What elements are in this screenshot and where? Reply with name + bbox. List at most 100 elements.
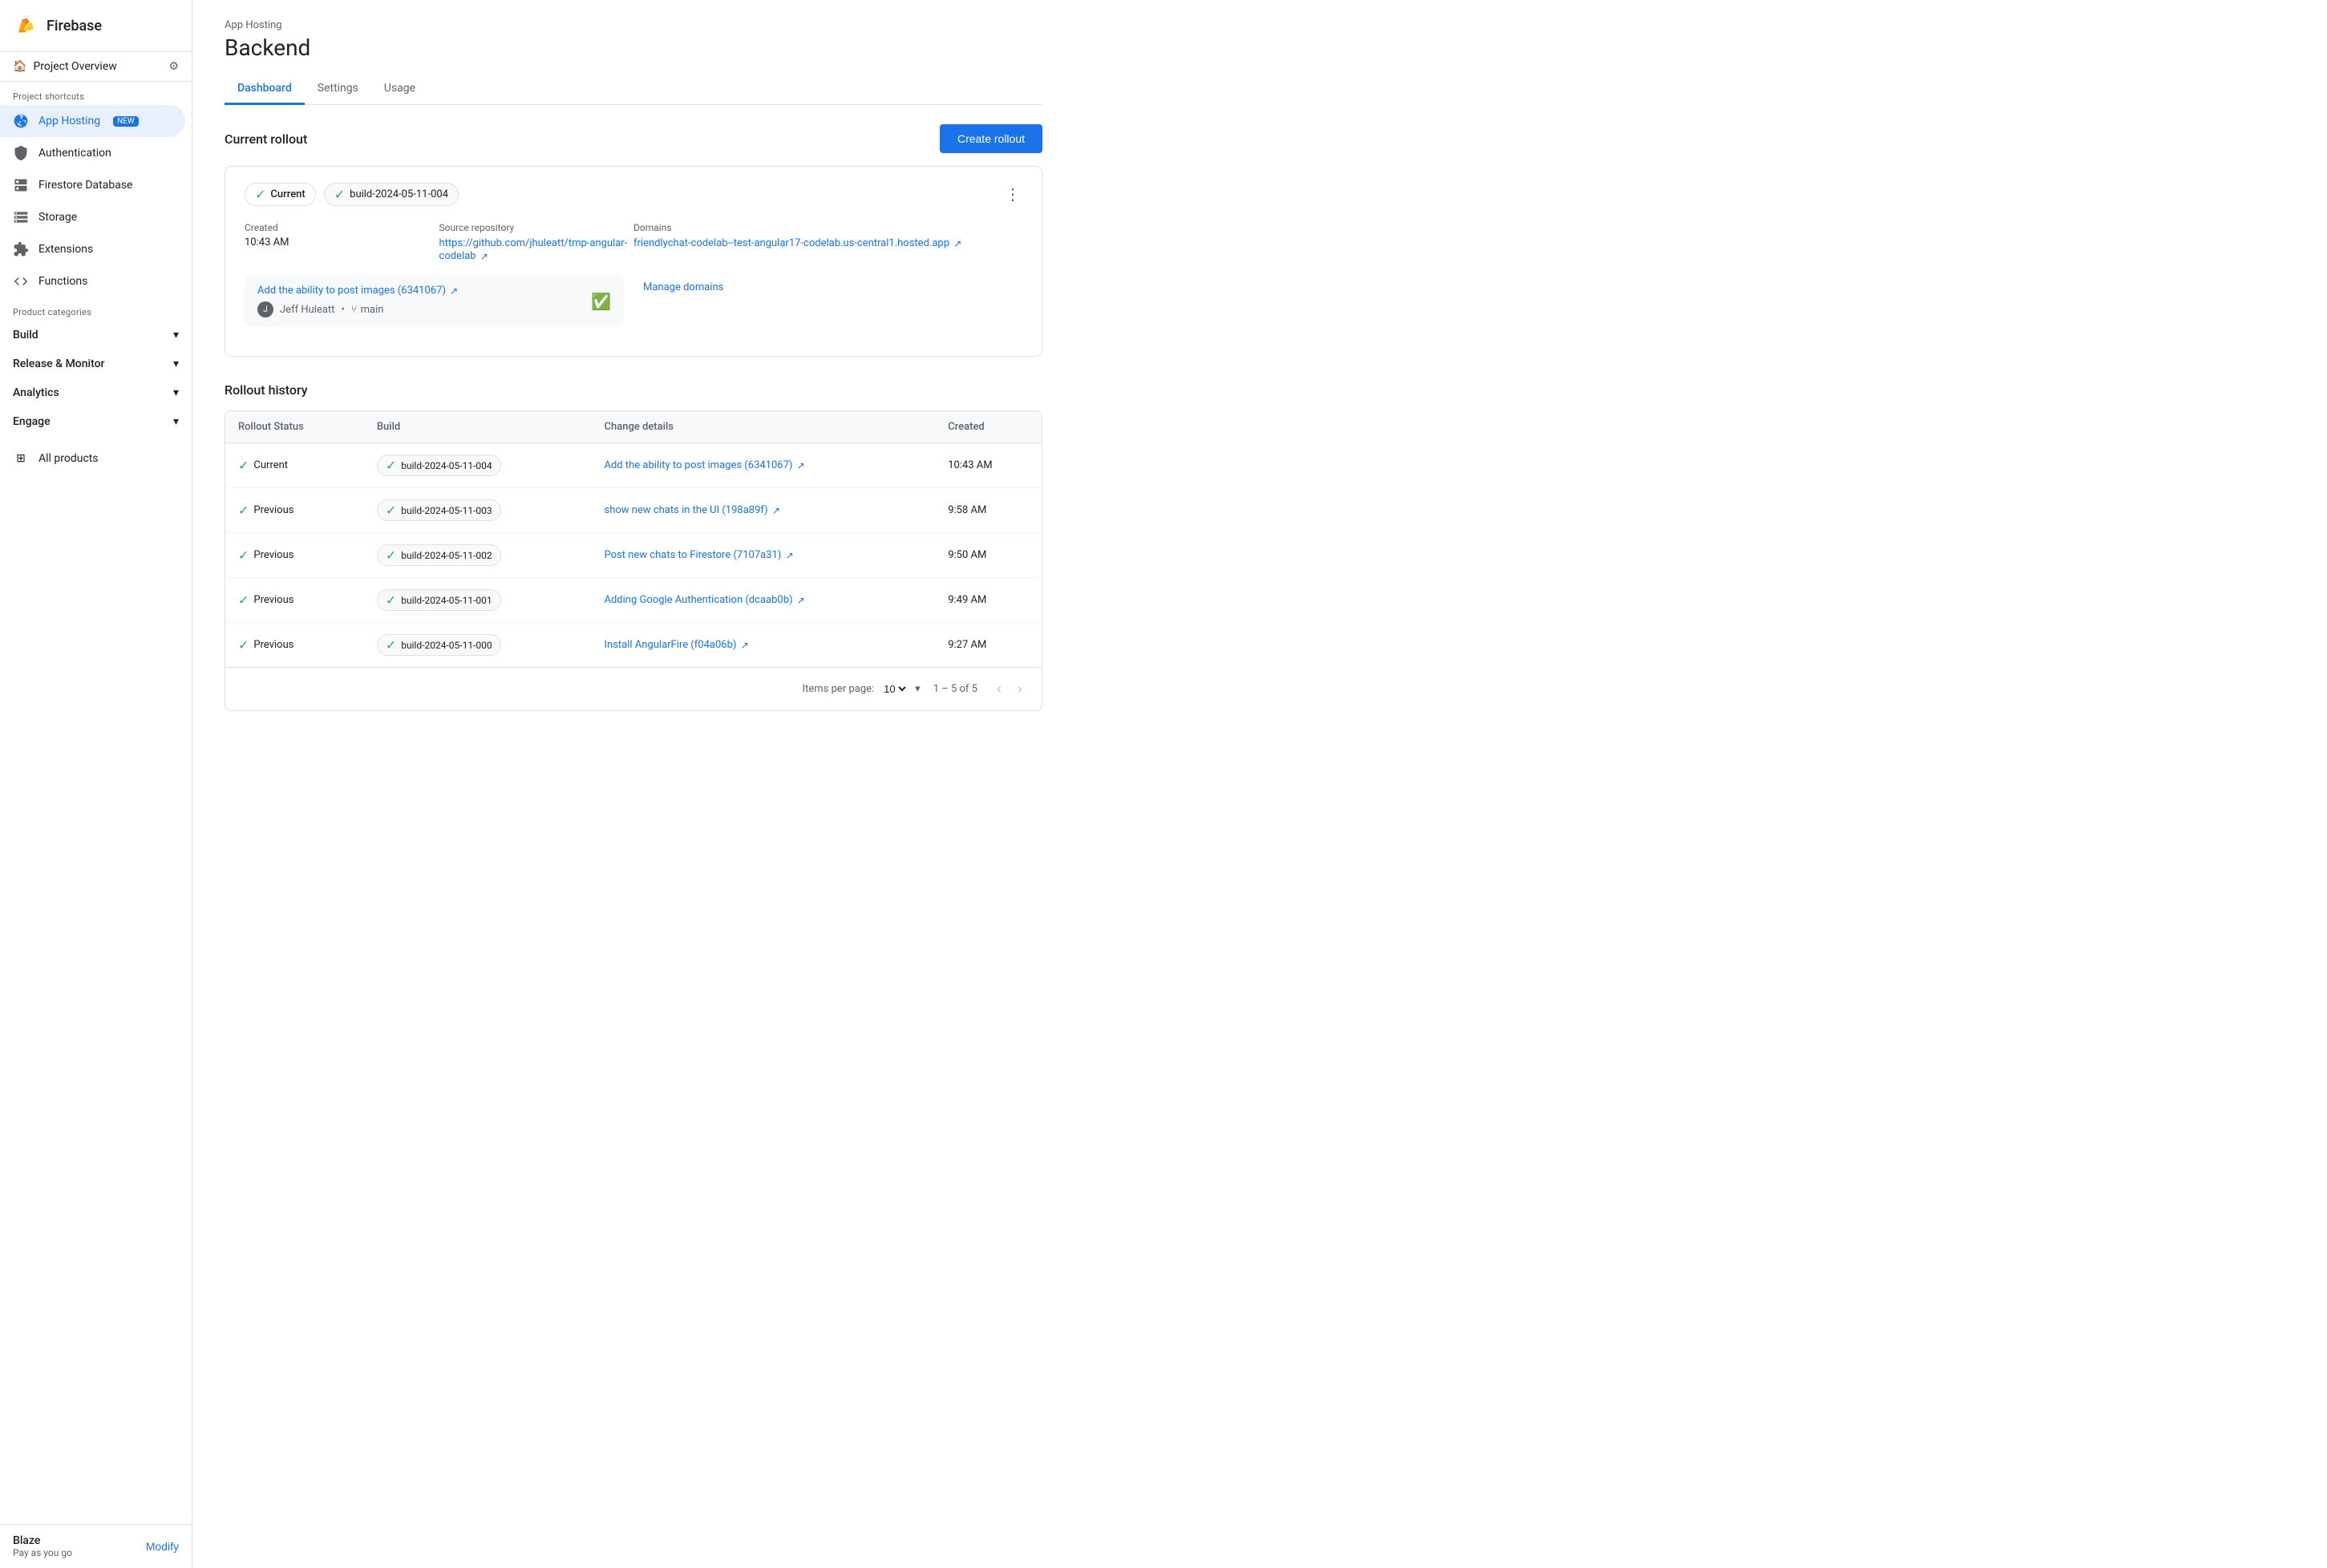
firestore-icon bbox=[13, 177, 29, 193]
cell-build: ✓build-2024-05-11-000 bbox=[364, 623, 592, 668]
build-badge-label: build-2024-05-11-004 bbox=[350, 188, 448, 200]
check-icon: ✓ bbox=[386, 637, 396, 653]
build-badge: ✓build-2024-05-11-000 bbox=[377, 634, 501, 656]
cell-status: ✓Previous bbox=[225, 623, 364, 668]
col-created: Created bbox=[935, 411, 1042, 443]
change-link[interactable]: Adding Google Authentication (dcaab0b) ↗ bbox=[605, 594, 805, 606]
build-badge: ✓build-2024-05-11-001 bbox=[377, 589, 501, 611]
commit-author: J Jeff Huleatt • ⑂ main bbox=[257, 301, 458, 317]
external-link-icon: ↗ bbox=[772, 505, 780, 516]
sidebar-item-storage[interactable]: Storage bbox=[0, 201, 185, 233]
sidebar-item-storage-label: Storage bbox=[38, 211, 77, 224]
build-text: build-2024-05-11-004 bbox=[401, 460, 492, 471]
sidebar-item-all-products[interactable]: ⊞ All products bbox=[0, 443, 185, 475]
items-per-page-select[interactable]: 10 25 50 bbox=[880, 682, 909, 696]
external-link-icon: ↗ bbox=[797, 460, 805, 471]
sidebar-item-firestore[interactable]: Firestore Database bbox=[0, 169, 185, 201]
col-build: Build bbox=[364, 411, 592, 443]
branch-icon: ⑂ bbox=[351, 304, 358, 316]
cell-change: show new chats in the UI (198a89f) ↗ bbox=[592, 488, 936, 533]
table-row: ✓Previous ✓build-2024-05-11-000 Install An… bbox=[225, 623, 1042, 668]
status-cell: ✓Previous bbox=[238, 548, 351, 563]
branch-name: main bbox=[361, 304, 384, 316]
sidebar-item-firestore-label: Firestore Database bbox=[38, 179, 132, 192]
next-page-button[interactable]: › bbox=[1011, 677, 1029, 701]
build-badge: ✓build-2024-05-11-002 bbox=[377, 544, 501, 566]
grid-icon: ⊞ bbox=[13, 451, 29, 467]
manage-domains-link[interactable]: Manage domains bbox=[643, 281, 1022, 293]
check-icon: ✓ bbox=[238, 503, 249, 518]
cell-change: Post new chats to Firestore (7107a31) ↗ bbox=[592, 533, 936, 578]
commit-link[interactable]: Add the ability to post images (6341067)… bbox=[257, 285, 458, 297]
branch-badge: ⑂ main bbox=[351, 304, 384, 316]
gear-icon[interactable]: ⚙ bbox=[168, 60, 179, 73]
all-products-label: All products bbox=[38, 452, 99, 465]
build-label: Build bbox=[13, 329, 38, 341]
status-cell: ✓Previous bbox=[238, 592, 351, 608]
build-text: build-2024-05-11-003 bbox=[401, 505, 492, 516]
domain-external-link-icon: ↗ bbox=[953, 238, 961, 249]
author-name: Jeff Huleatt bbox=[280, 304, 334, 316]
table-row: ✓Previous ✓build-2024-05-11-002 Post new c… bbox=[225, 533, 1042, 578]
tab-settings[interactable]: Settings bbox=[305, 74, 371, 105]
commit-external-link-icon: ↗ bbox=[450, 285, 458, 297]
tab-usage[interactable]: Usage bbox=[371, 74, 428, 105]
sidebar-category-analytics[interactable]: Analytics ▾ bbox=[0, 378, 192, 407]
sidebar-item-app-hosting-label: App Hosting bbox=[38, 115, 100, 127]
check-icon: ✓ bbox=[238, 592, 249, 608]
project-overview-row[interactable]: 🏠 Project Overview ⚙ bbox=[0, 52, 192, 82]
status-cell: ✓Previous bbox=[238, 637, 351, 653]
create-rollout-button[interactable]: Create rollout bbox=[940, 124, 1042, 153]
sidebar-item-app-hosting[interactable]: App Hosting NEW bbox=[0, 105, 185, 137]
cell-status: ✓Previous bbox=[225, 533, 364, 578]
table-row: ✓Current✓build-2024-05-11-004Add the abi… bbox=[225, 443, 1042, 488]
external-link-icon: ↗ bbox=[741, 640, 749, 651]
external-link-icon: ↗ bbox=[480, 251, 488, 262]
prev-page-button[interactable]: ‹ bbox=[990, 677, 1008, 701]
source-repo-link[interactable]: https://github.com/jhuleatt/tmp-angular-… bbox=[439, 237, 628, 262]
check-icon: ✓ bbox=[238, 458, 249, 473]
change-link[interactable]: Add the ability to post images (6341067)… bbox=[605, 459, 805, 471]
sidebar-category-engage[interactable]: Engage ▾ bbox=[0, 407, 192, 436]
main-content: App Hosting Backend Dashboard Settings U… bbox=[192, 0, 2327, 1568]
authentication-icon bbox=[13, 145, 29, 161]
sidebar-item-functions[interactable]: Functions bbox=[0, 265, 185, 297]
more-options-button[interactable]: ⋮ bbox=[1005, 184, 1022, 204]
cell-change: Adding Google Authentication (dcaab0b) ↗ bbox=[592, 578, 936, 623]
cell-build: ✓build-2024-05-11-002 bbox=[364, 533, 592, 578]
cell-status: ✓Previous bbox=[225, 578, 364, 623]
tab-dashboard[interactable]: Dashboard bbox=[225, 74, 305, 105]
cell-build: ✓build-2024-05-11-003 bbox=[364, 488, 592, 533]
shortcuts-label: Project shortcuts bbox=[0, 82, 192, 105]
page-title: Backend bbox=[225, 34, 1042, 61]
sidebar-item-authentication[interactable]: Authentication bbox=[0, 137, 185, 169]
check-icon: ✓ bbox=[386, 548, 396, 563]
firebase-logo-icon bbox=[13, 13, 38, 38]
change-link[interactable]: Post new chats to Firestore (7107a31) ↗ bbox=[605, 549, 794, 561]
check-icon: ✓ bbox=[238, 637, 249, 653]
change-link[interactable]: show new chats in the UI (198a89f) ↗ bbox=[605, 504, 780, 516]
sidebar-category-build[interactable]: Build ▾ bbox=[0, 321, 192, 350]
chevron-down-icon: ▾ bbox=[173, 415, 179, 428]
modify-plan-button[interactable]: Modify bbox=[146, 1540, 179, 1553]
current-rollout-card: ✓ Current ✓ build-2024-05-11-004 ⋮ Creat… bbox=[225, 166, 1042, 357]
source-link-text: https://github.com/jhuleatt/tmp-angular-… bbox=[439, 237, 628, 262]
cell-created: 9:27 AM bbox=[935, 623, 1042, 668]
sidebar-item-extensions[interactable]: Extensions bbox=[0, 233, 185, 265]
external-link-icon: ↗ bbox=[786, 550, 794, 561]
items-per-page-label: Items per page: bbox=[803, 683, 875, 695]
plan-name: Blaze bbox=[13, 1534, 72, 1547]
created-label: Created bbox=[245, 222, 439, 233]
sidebar-category-release-monitor[interactable]: Release & Monitor ▾ bbox=[0, 350, 192, 378]
commit-info: Add the ability to post images (6341067)… bbox=[257, 285, 458, 317]
build-badge: ✓build-2024-05-11-004 bbox=[377, 455, 501, 476]
change-link[interactable]: Install AngularFire (f04a06b) ↗ bbox=[605, 639, 749, 651]
pagination: Items per page: 10 25 50 ▾ 1 – 5 of 5 ‹ … bbox=[225, 667, 1042, 710]
table-row: ✓Previous✓build-2024-05-11-003show new c… bbox=[225, 488, 1042, 533]
current-rollout-header: Current rollout Create rollout bbox=[225, 124, 1042, 153]
cell-status: ✓Current bbox=[225, 443, 364, 488]
sidebar-item-extensions-label: Extensions bbox=[38, 243, 93, 256]
domain-link[interactable]: friendlychat-codelab--test-angular17-cod… bbox=[633, 237, 961, 249]
status-cell: ✓Current bbox=[238, 458, 351, 473]
app-name: Firebase bbox=[47, 18, 102, 34]
